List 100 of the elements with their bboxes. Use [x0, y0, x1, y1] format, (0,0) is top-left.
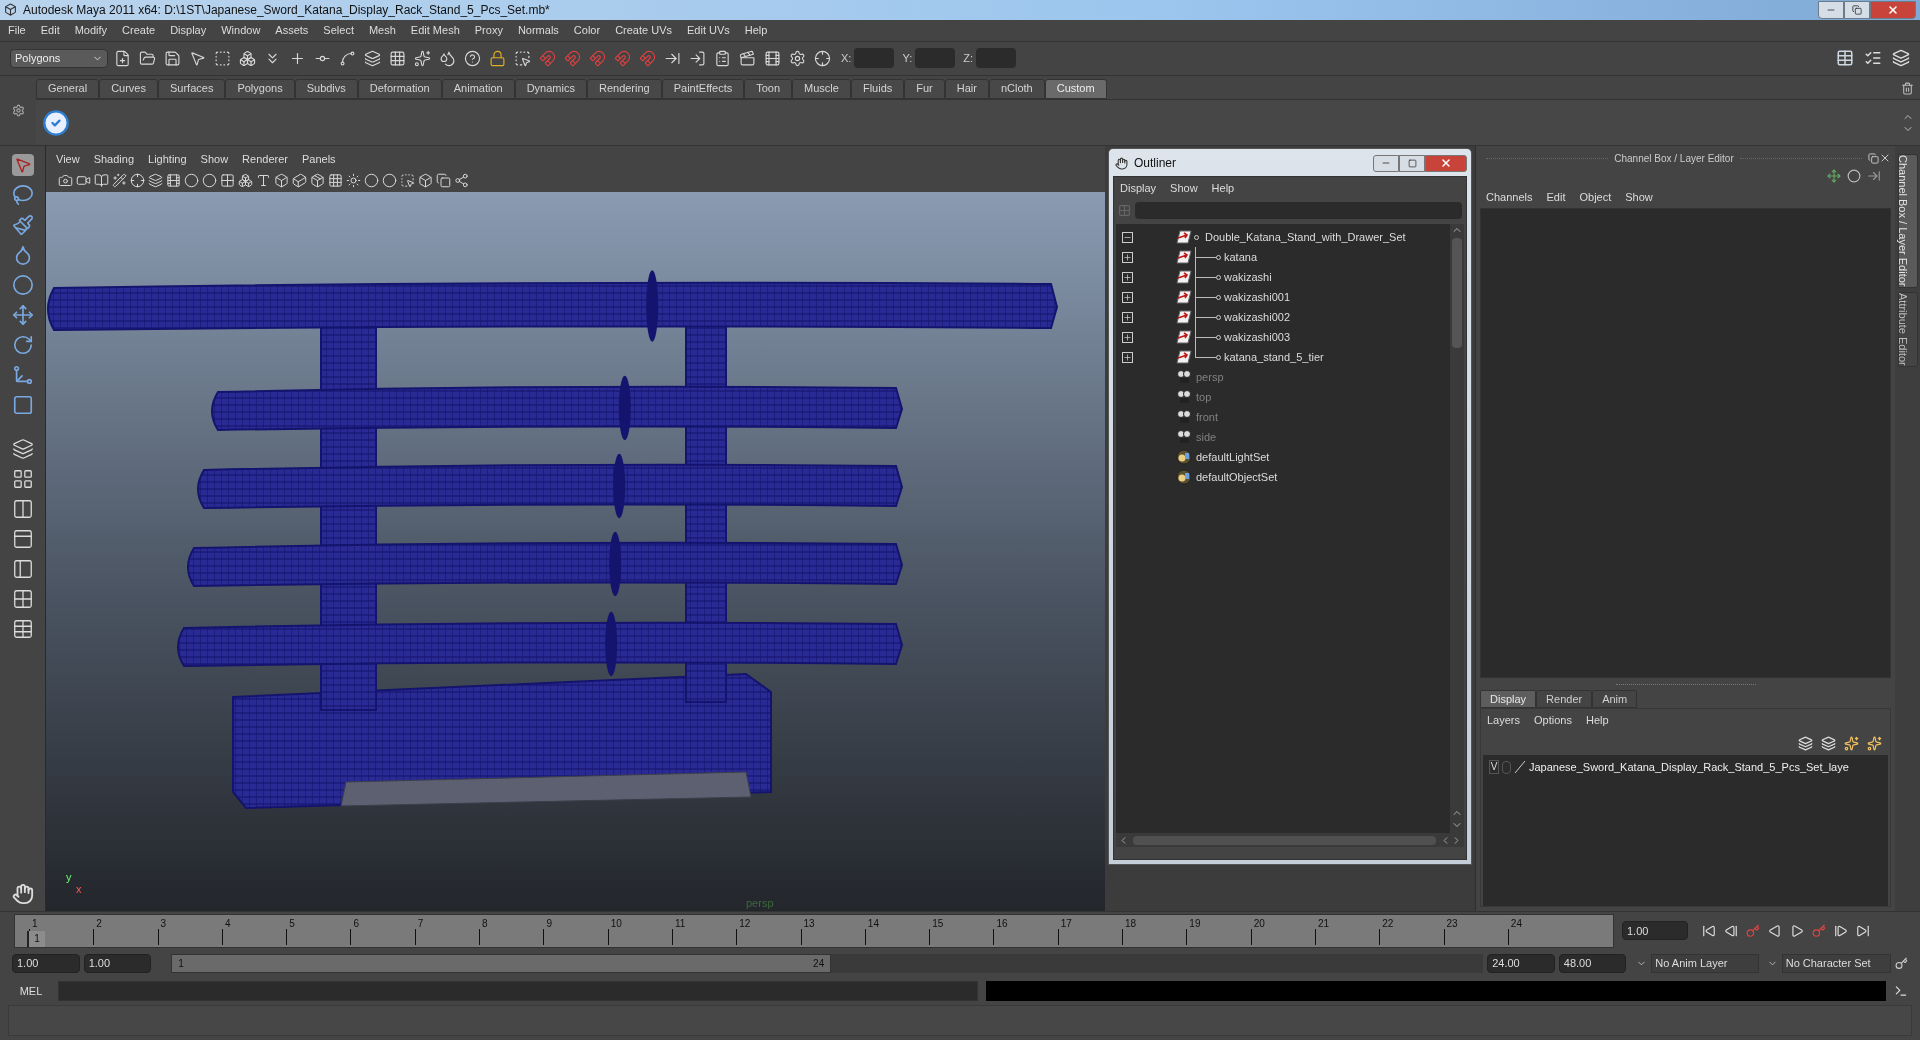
minimize-button[interactable]: [1818, 0, 1844, 19]
sphere-icon[interactable]: [184, 172, 199, 188]
sparkles-icon[interactable]: [414, 49, 431, 67]
droplets-icon[interactable]: [439, 49, 456, 67]
share-icon[interactable]: [454, 172, 469, 188]
settings-icon[interactable]: [789, 49, 806, 67]
maximize-button[interactable]: [1399, 154, 1425, 172]
cube-icon[interactable]: [274, 172, 289, 188]
menu-item[interactable]: Proxy: [474, 22, 503, 39]
shelf-tab[interactable]: Curves: [99, 78, 158, 99]
outliner-item[interactable]: defaultObjectSet: [1196, 469, 1278, 486]
help-icon[interactable]: [464, 49, 481, 67]
book-icon[interactable]: [94, 172, 109, 188]
square-icon[interactable]: [11, 394, 34, 417]
menu-item[interactable]: Color: [573, 22, 601, 39]
outliner-item[interactable]: front: [1196, 409, 1218, 426]
current-frame-field[interactable]: 1.00: [1622, 921, 1688, 941]
step-back-icon[interactable]: [1724, 923, 1738, 938]
mode-dropdown[interactable]: Polygons: [10, 48, 108, 68]
dashed-select-icon[interactable]: [514, 49, 531, 67]
outliner-menu-item[interactable]: Display: [1120, 180, 1157, 197]
key-icon[interactable]: [1895, 956, 1908, 970]
pointer-icon[interactable]: [189, 49, 206, 67]
lasso-icon[interactable]: [11, 184, 34, 207]
shelf-tab[interactable]: nCloth: [988, 78, 1045, 99]
camera-icon[interactable]: [58, 172, 73, 188]
expand-toggle[interactable]: [1122, 251, 1133, 263]
channel-menu-item[interactable]: Object: [1579, 189, 1612, 206]
collapse-toggle[interactable]: [1122, 231, 1133, 243]
move-icon[interactable]: [11, 304, 34, 327]
shelf-tab[interactable]: General: [36, 78, 100, 99]
coord-field[interactable]: [976, 48, 1016, 69]
grid-icon[interactable]: [11, 588, 34, 611]
menu-item[interactable]: Create: [122, 22, 156, 39]
step-forward-icon[interactable]: [1834, 923, 1848, 938]
outliner-menu-item[interactable]: Help: [1211, 180, 1235, 197]
two-view-icon[interactable]: [11, 498, 34, 521]
go-to-start-icon[interactable]: [1702, 923, 1716, 938]
channel-menu-item[interactable]: Edit: [1546, 189, 1566, 206]
layers-icon[interactable]: [364, 49, 381, 67]
coord-field[interactable]: [915, 48, 956, 69]
viewport-panel[interactable]: View Shading Lighting Show Renderer Panels y x persp: [45, 146, 1105, 912]
outliner-item[interactable]: Double_Katana_Stand_with_Drawer_Set: [1205, 229, 1406, 246]
arrow-icon[interactable]: [1867, 169, 1881, 184]
crosshair-icon[interactable]: [130, 172, 145, 188]
sphere-icon[interactable]: [11, 274, 34, 297]
grid-icon[interactable]: [220, 172, 235, 188]
side-tab[interactable]: Channel Box / Layer Editor: [1897, 154, 1918, 288]
playback-end-field[interactable]: 24.00: [1487, 953, 1555, 973]
side-tab[interactable]: Attribute Editor: [1897, 291, 1918, 367]
restore-button[interactable]: [1844, 0, 1870, 19]
expand-toggle[interactable]: [1122, 311, 1133, 323]
viewport-menu-item[interactable]: Show: [200, 151, 229, 168]
layer-tab[interactable]: Render: [1536, 690, 1593, 709]
layer-tab[interactable]: Anim: [1592, 690, 1638, 709]
clipboard-icon[interactable]: [714, 49, 731, 67]
expand-toggle[interactable]: [1122, 351, 1133, 363]
range-slider[interactable]: 1 24: [171, 953, 832, 973]
shelf-settings-icon[interactable]: [11, 104, 25, 118]
four-view-icon[interactable]: [11, 468, 34, 491]
menu-item[interactable]: Modify: [74, 22, 108, 39]
outliner-item[interactable]: side: [1196, 429, 1217, 446]
cube-icon[interactable]: [418, 172, 433, 188]
character-set-dropdown[interactable]: No Character Set: [1781, 953, 1892, 973]
minimize-button[interactable]: [1373, 154, 1399, 172]
menu-item[interactable]: Help: [744, 22, 768, 39]
copy-icon[interactable]: [436, 172, 451, 188]
save-icon[interactable]: [164, 49, 181, 67]
shelf-tab[interactable]: Animation: [441, 78, 515, 99]
shelf-tab[interactable]: Muscle: [792, 78, 851, 99]
film-icon[interactable]: [764, 49, 781, 67]
expand-toggle[interactable]: [1122, 291, 1133, 303]
lock-icon[interactable]: [489, 49, 506, 67]
time-slider[interactable]: 1 2 3 4 5 6 7 8 9 10 11 12 13 14 15 16 17 18 19 20 21 22 23 24 1: [14, 913, 1614, 948]
anim-layer-dropdown[interactable]: No Anim Layer: [1651, 953, 1759, 973]
shelf-tab[interactable]: Deformation: [357, 78, 442, 99]
go-to-end-icon[interactable]: [1856, 923, 1870, 938]
text-icon[interactable]: [256, 172, 271, 188]
shelf-tab[interactable]: PaintEffects: [661, 78, 745, 99]
panel-icon[interactable]: [11, 528, 34, 551]
coord-field[interactable]: [854, 48, 895, 69]
current-frame-marker[interactable]: 1: [27, 930, 45, 947]
crosshair-icon[interactable]: [814, 49, 831, 67]
boxes-icon[interactable]: [238, 172, 253, 188]
table-icon[interactable]: [11, 618, 34, 641]
grid-icon[interactable]: [389, 49, 406, 67]
shelf-tab[interactable]: Rendering: [586, 78, 662, 99]
outliner-item[interactable]: wakizashi: [1224, 269, 1272, 286]
filter-field[interactable]: [1135, 201, 1462, 219]
viewport-menu-item[interactable]: View: [56, 151, 80, 168]
outliner-item[interactable]: wakizashi003: [1224, 329, 1291, 346]
scroll-thumb[interactable]: [1452, 238, 1462, 349]
shelf-tab[interactable]: Surfaces: [158, 78, 226, 99]
shelf-tab[interactable]: Subdivs: [294, 78, 358, 99]
check-circle-icon[interactable]: [42, 108, 70, 137]
end-field[interactable]: 48.00: [1558, 953, 1627, 973]
outliner-item[interactable]: katana: [1224, 249, 1258, 266]
outliner-menu-item[interactable]: Show: [1170, 180, 1198, 197]
command-field[interactable]: [58, 981, 978, 1002]
menu-item[interactable]: Normals: [517, 22, 559, 39]
